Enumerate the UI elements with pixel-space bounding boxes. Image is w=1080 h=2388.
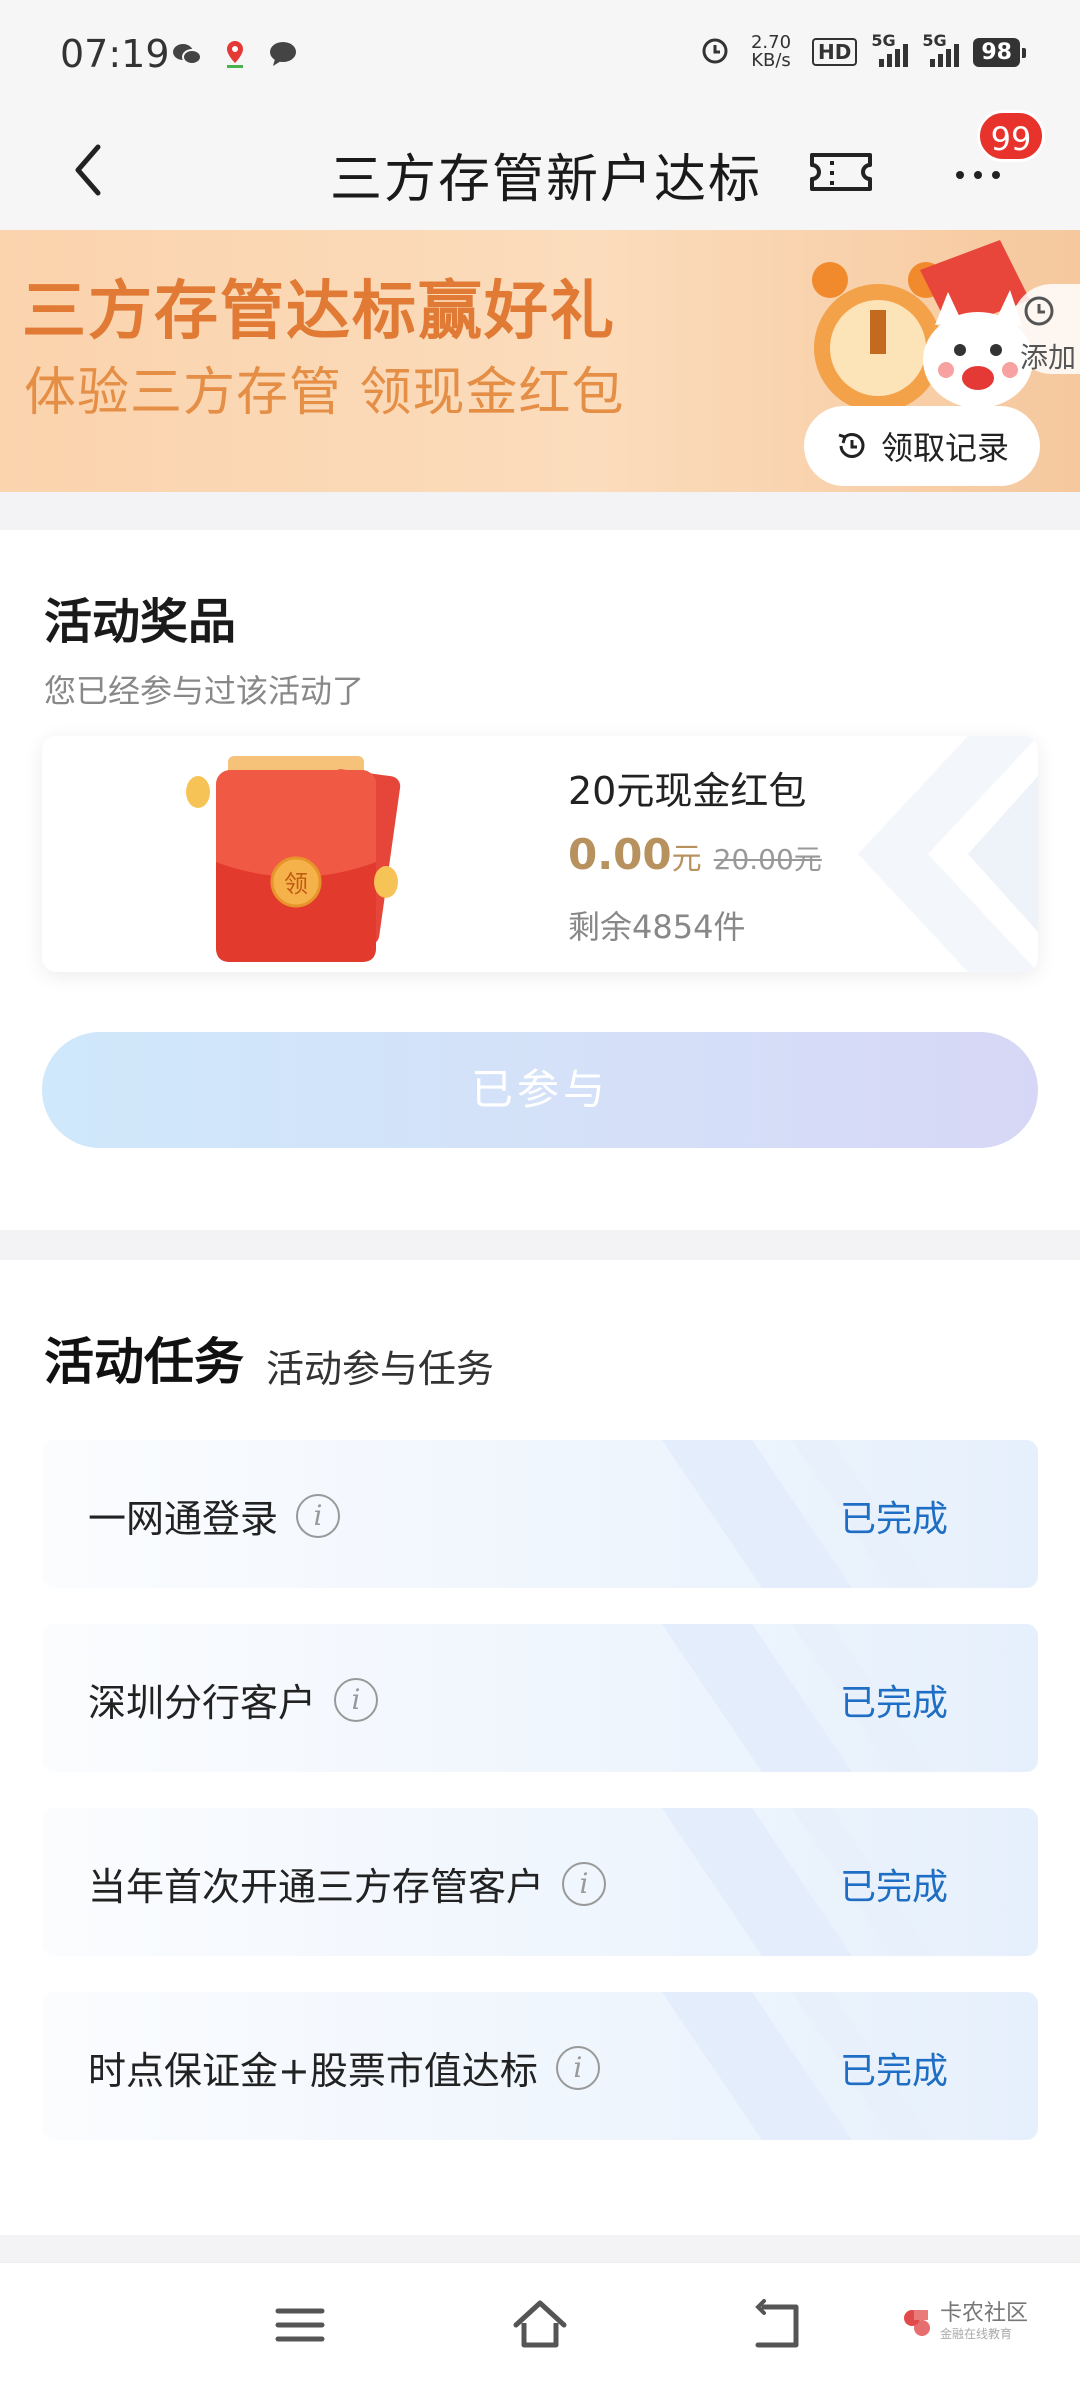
menu-button[interactable] [270,2295,330,2355]
task-label: 当年首次开通三方存管客户 i [88,1856,607,1911]
task-label-text: 深圳分行客户 [88,1681,317,1725]
back-nav-button[interactable] [750,2295,810,2355]
task-status: 已完成 [839,1867,948,1908]
envelope-char: 领 [284,870,308,898]
price-original: 20.00元 [713,843,822,876]
task-item: 当年首次开通三方存管客户 i 已完成 [42,1808,1038,1956]
nav-bar: 三方存管新户达标 [0,115,1080,230]
info-icon[interactable]: i [555,2045,600,2090]
prize-name: 20元现金红包 [568,769,807,813]
task-status: 已完成 [839,2051,948,2092]
wechat-icon [172,40,202,68]
task-label-text: 时点保证金+股票市值达标 [88,2049,538,2093]
add-shortcut-button[interactable]: 添加 [1012,284,1080,374]
task-subheading: 活动参与任务 [266,1347,495,1391]
net-speed: 2.70 KB/s [744,34,798,70]
claim-record-label: 领取记录 [880,429,1009,467]
clock-add-icon [1024,296,1054,326]
promo-banner: 三方存管达标赢好礼 体验三方存管 领现金红包 添加 领取记录 [0,230,1080,492]
task-item: 时点保证金+股票市值达标 i 已完成 [42,1992,1038,2140]
add-label: 添加 [1020,341,1077,374]
watermark-subtitle: 金融在线教育 [940,2327,1013,2341]
claim-record-button[interactable]: 领取记录 [804,406,1040,486]
message-icon [268,40,298,68]
joined-button[interactable]: 已参与 [42,1032,1038,1148]
info-icon[interactable]: i [296,1493,341,1538]
ticket-icon [810,153,872,191]
signal-icon-1: 5G [871,31,909,67]
price-unit: 元 [671,842,702,877]
hd-badge: HD [812,38,858,66]
price-now: 0.00 [568,830,672,879]
back-button[interactable] [56,135,126,205]
task-label: 一网通登录 i [88,1488,341,1543]
coupon-button[interactable] [808,141,874,203]
task-status: 已完成 [839,1499,948,1540]
prize-note: 您已经参与过该活动了 [44,672,365,710]
net-speed-unit: KB/s [751,50,791,71]
battery-icon: 98 [973,37,1026,67]
status-bar: 07:19 2.70 KB/s HD 5G 5G 98 [0,0,1080,115]
signal1-label: 5G [871,31,896,50]
task-label: 时点保证金+股票市值达标 i [88,2040,600,2095]
watermark: 卡农社区 金融在线教育 [900,2303,1028,2342]
return-icon [755,2299,799,2348]
history-icon [838,433,865,458]
chevron-left-icon [75,144,101,196]
prize-price: 0.00 元 20.00元 [568,830,822,879]
task-label: 深圳分行客户 i [88,1672,379,1727]
map-pin-icon [220,40,250,68]
menu-icon [275,2308,325,2342]
chevron-decoration-icon [858,736,1038,972]
alarm-icon [700,35,730,69]
status-right: 2.70 KB/s HD 5G 5G 98 [700,31,1026,70]
home-icon [513,2300,567,2348]
status-time: 07:19 [60,32,170,76]
task-heading: 活动任务 [44,1333,244,1391]
prize-heading: 活动奖品 [44,594,237,650]
prize-section: 活动奖品 您已经参与过该活动了 领 20元现金红包 0.00 元 20.00元 … [0,530,1080,1230]
prize-card[interactable]: 领 20元现金红包 0.00 元 20.00元 剩余4854件 [42,736,1038,972]
task-item: 深圳分行客户 i 已完成 [42,1624,1038,1772]
task-status: 已完成 [839,1683,948,1724]
page-title: 三方存管新户达标 [330,150,763,210]
info-icon[interactable]: i [562,1861,607,1906]
banner-title: 三方存管达标赢好礼 [22,275,616,349]
kanong-logo-icon [904,2309,930,2336]
notification-badge: 99 [977,110,1045,162]
system-nav-bar: 卡农社区 金融在线教育 [0,2262,1080,2388]
task-section: 活动任务 活动参与任务 一网通登录 i 已完成 深圳分行客户 i 已完成 当年首… [0,1260,1080,2235]
info-icon[interactable]: i [334,1677,379,1722]
task-label-text: 当年首次开通三方存管客户 [88,1865,545,1909]
home-button[interactable] [510,2295,570,2355]
signal2-label: 5G [922,31,947,50]
notification-icons [172,40,298,68]
watermark-title: 卡农社区 [940,2301,1029,2326]
signal-icon-2: 5G [922,31,960,67]
more-dots-icon [956,171,1000,179]
red-envelope-icon: 领 [186,756,401,962]
banner-subtitle: 体验三方存管 领现金红包 [24,363,625,423]
prize-stock: 剩余4854件 [568,908,746,946]
task-label-text: 一网通登录 [88,1497,279,1541]
task-item: 一网通登录 i 已完成 [42,1440,1038,1588]
